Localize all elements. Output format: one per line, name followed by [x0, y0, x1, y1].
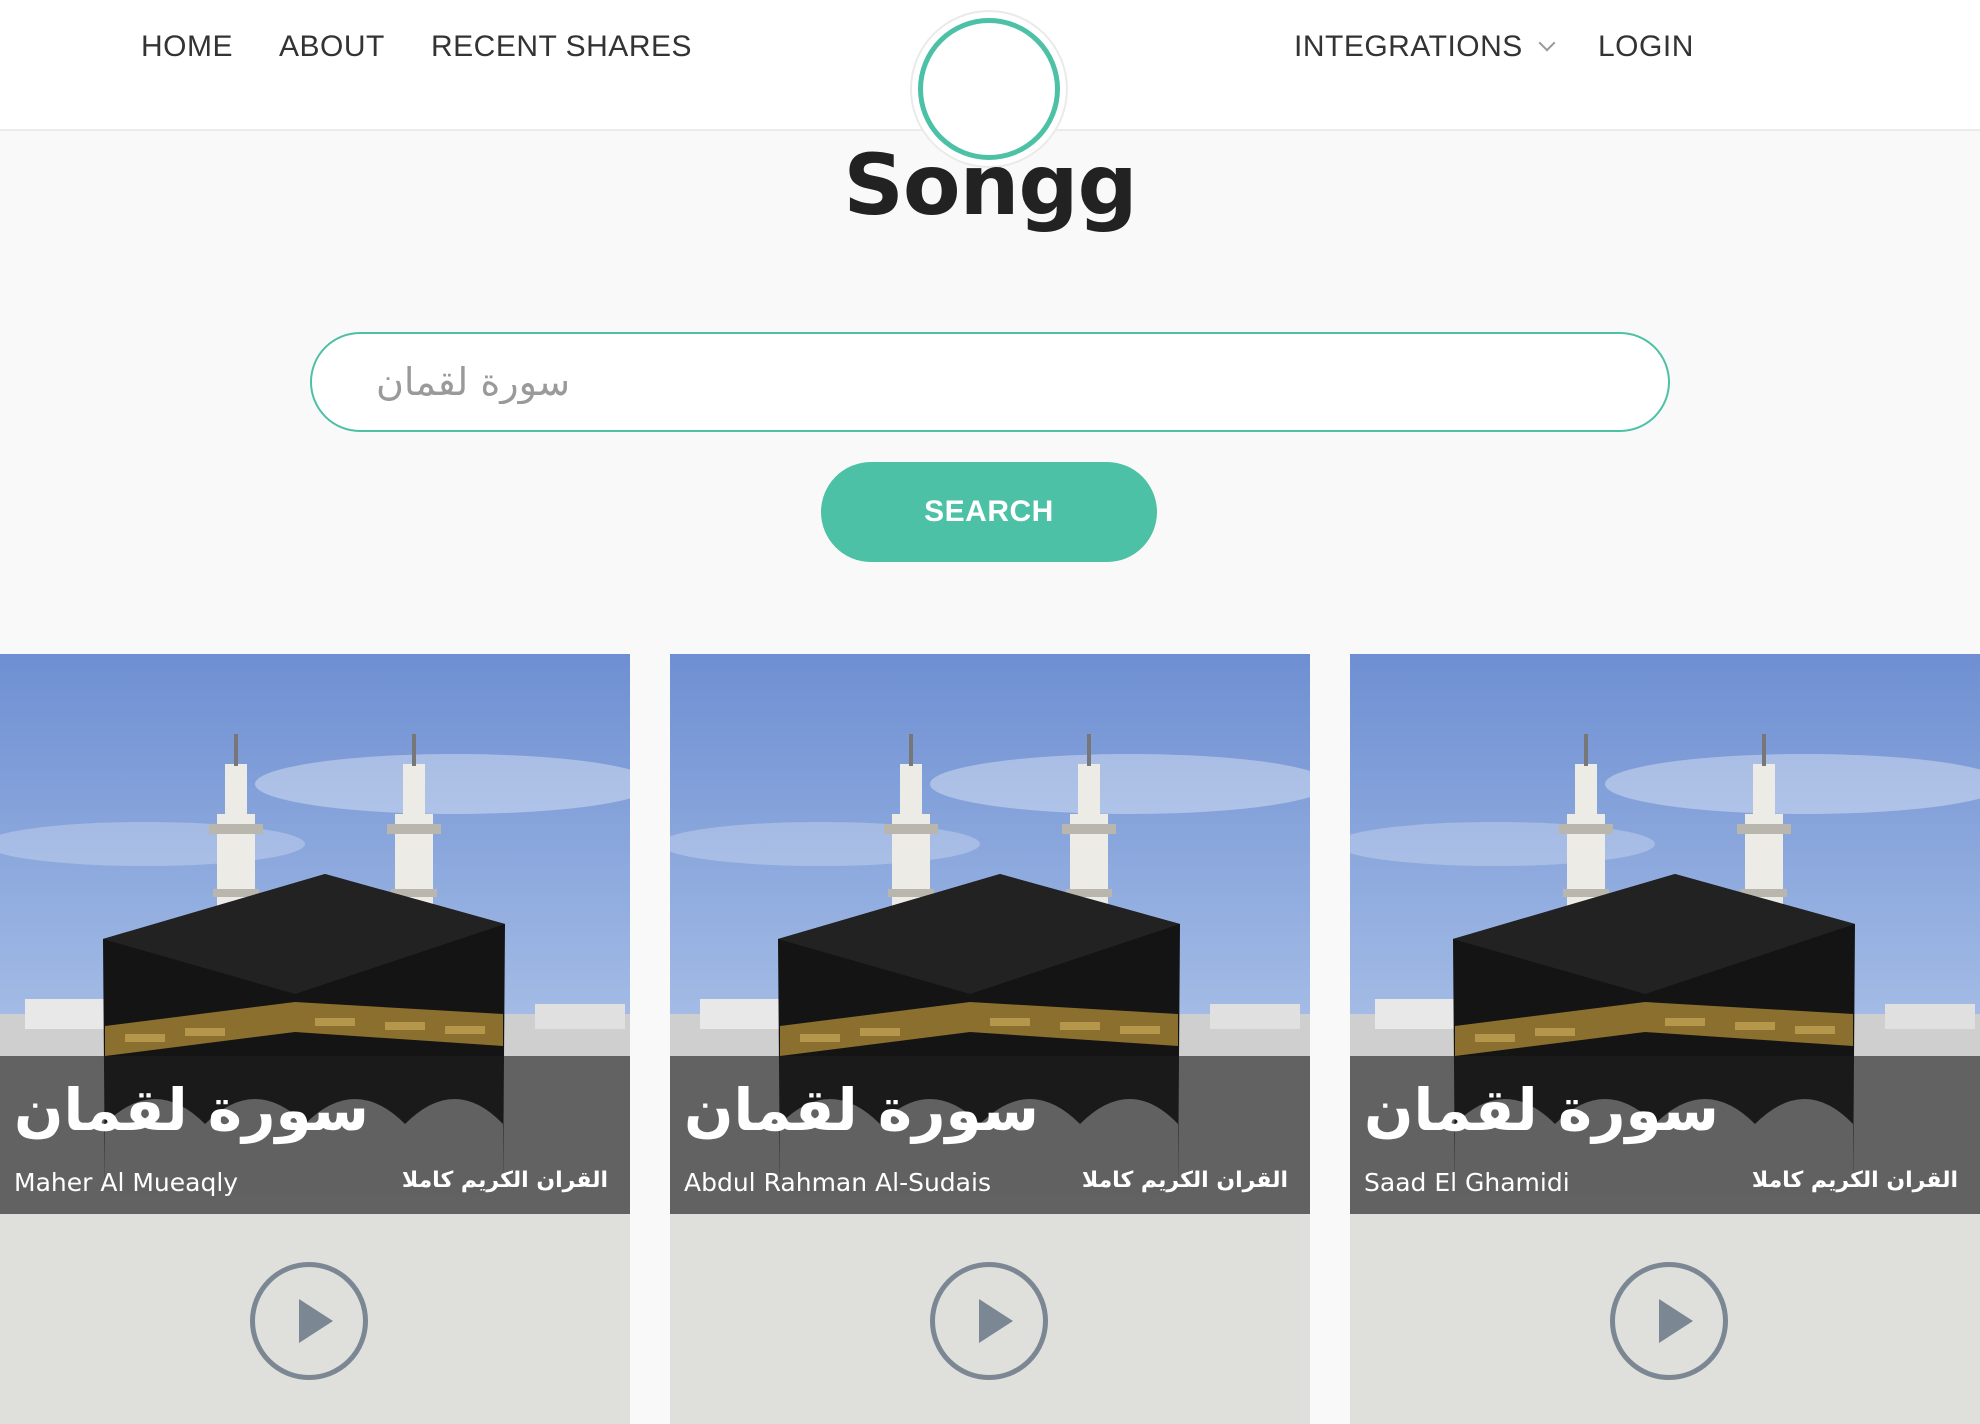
nav-login-link[interactable]: LOGIN	[1598, 30, 1694, 64]
search-bar	[310, 332, 1670, 432]
search-input[interactable]	[376, 334, 1606, 430]
card-title: سورة لقمان	[684, 1076, 1039, 1144]
nav-integrations-label: INTEGRATIONS	[1294, 30, 1523, 63]
track-card[interactable]: سورة لقمان Abdul Rahman Al-Sudais القران…	[670, 654, 1310, 1424]
card-caption: سورة لقمان Saad El Ghamidi القران الكريم…	[1350, 1056, 1980, 1214]
play-icon	[299, 1299, 333, 1343]
card-album: القران الكريم كاملا	[1751, 1168, 1958, 1193]
track-card[interactable]: سورة لقمان Saad El Ghamidi القران الكريم…	[1350, 654, 1980, 1424]
card-artist: Maher Al Mueaqly	[14, 1168, 239, 1197]
play-icon	[979, 1299, 1013, 1343]
play-button[interactable]	[930, 1262, 1048, 1380]
card-artist: Abdul Rahman Al-Sudais	[684, 1168, 991, 1197]
nav-home-link[interactable]: HOME	[141, 30, 233, 64]
track-card[interactable]: سورة لقمان Maher Al Mueaqly القران الكري…	[0, 654, 630, 1424]
card-title: سورة لقمان	[1364, 1076, 1719, 1144]
chevron-down-icon	[1538, 34, 1556, 52]
play-button[interactable]	[250, 1262, 368, 1380]
card-caption: سورة لقمان Abdul Rahman Al-Sudais القران…	[670, 1056, 1310, 1214]
card-caption: سورة لقمان Maher Al Mueaqly القران الكري…	[0, 1056, 630, 1214]
nav-about-link[interactable]: ABOUT	[279, 30, 385, 64]
nav-integrations-dropdown[interactable]: INTEGRATIONS	[1294, 30, 1556, 64]
card-album: القران الكريم كاملا	[401, 1168, 608, 1193]
play-button[interactable]	[1610, 1262, 1728, 1380]
brand-name: Songg	[843, 136, 1137, 234]
card-title: سورة لقمان	[14, 1076, 369, 1144]
card-album: القران الكريم كاملا	[1081, 1168, 1288, 1193]
nav-recent-shares-link[interactable]: RECENT SHARES	[431, 30, 692, 64]
card-artist: Saad El Ghamidi	[1364, 1168, 1570, 1197]
play-icon	[1659, 1299, 1693, 1343]
search-button[interactable]: SEARCH	[821, 462, 1157, 562]
